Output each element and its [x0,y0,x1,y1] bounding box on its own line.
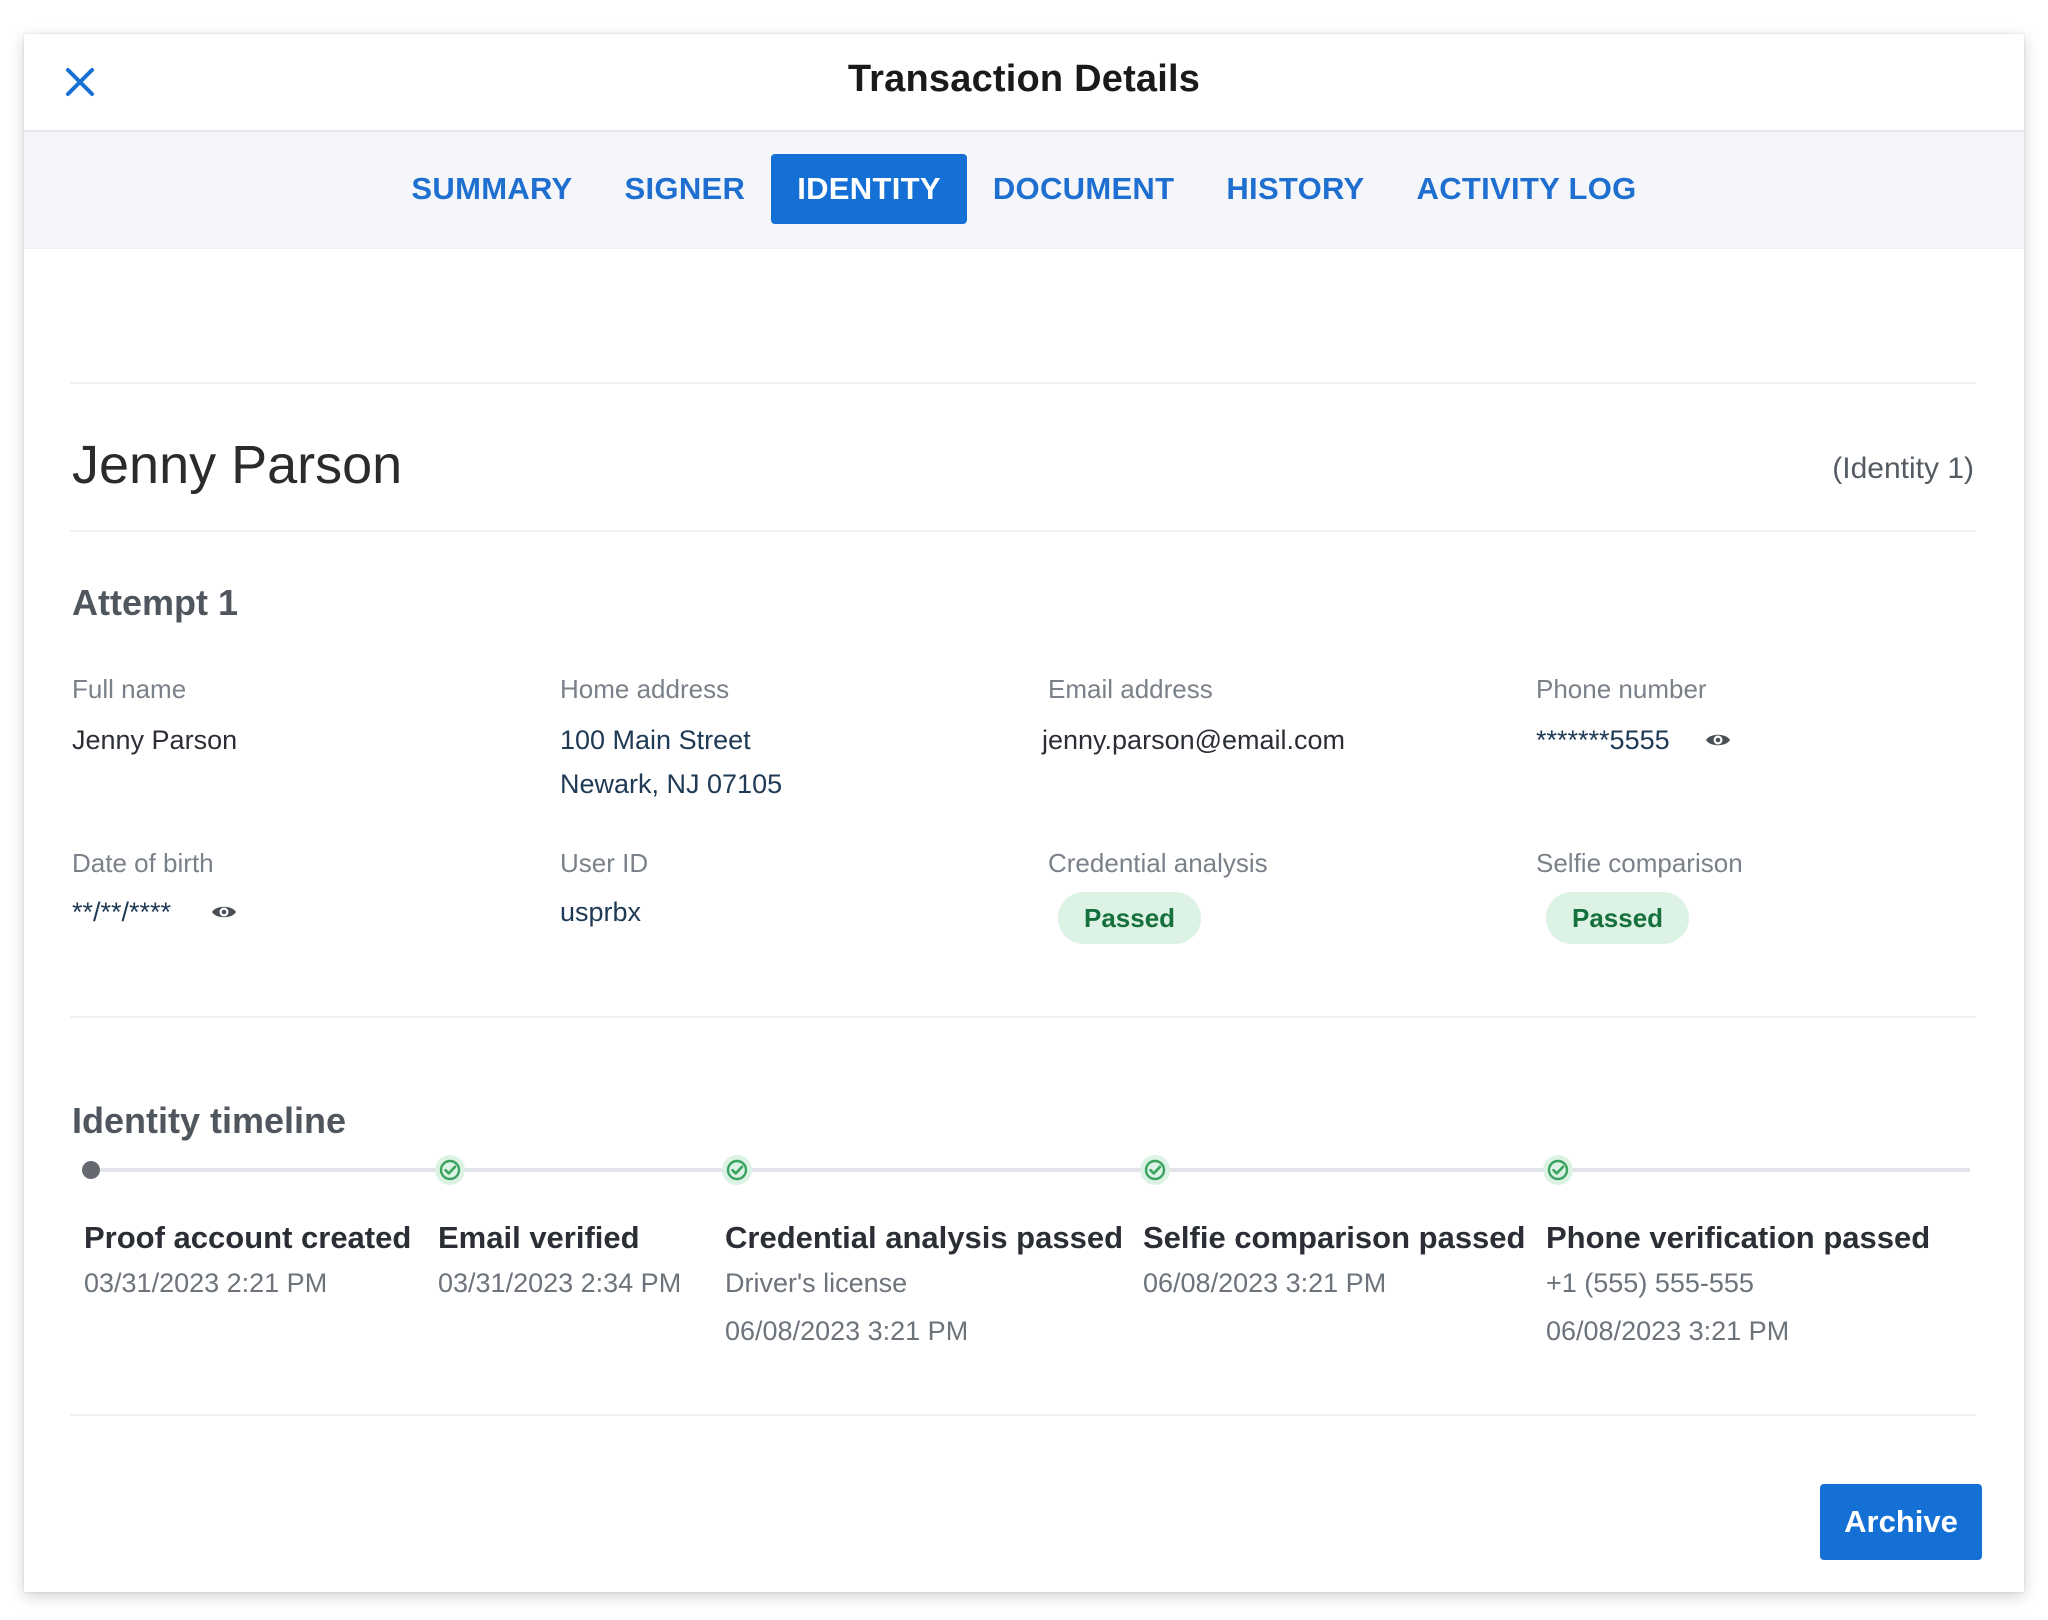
dob-label: Date of birth [72,848,214,878]
home-address-line2: Newark, NJ 07105 [560,769,783,799]
phone-value: *******5555 [1536,725,1670,755]
credential-analysis-status-badge: Passed [1058,892,1202,944]
timeline-event-detail: +1 (555) 555-555 [1546,1268,1754,1298]
tab-signer[interactable]: SIGNER [599,154,772,224]
tab-activity-log[interactable]: ACTIVITY LOG [1391,154,1663,224]
tab-bar: SUMMARY SIGNER IDENTITY DOCUMENT HISTORY… [24,132,2024,249]
check-circle-icon [434,1154,466,1186]
archive-button[interactable]: Archive [1820,1484,1982,1560]
check-circle-icon [1542,1154,1574,1186]
identity-timeline-title: Identity timeline [72,1100,347,1141]
identity-index-label: (Identity 1) [1832,452,1974,485]
tab-identity[interactable]: IDENTITY [771,154,967,224]
divider [70,382,1976,384]
transaction-details-modal: Transaction Details SUMMARY SIGNER IDENT… [24,34,2024,1592]
timeline-start-dot [82,1161,100,1179]
timeline-event-title: Phone verification passed [1546,1220,1931,1255]
selfie-comparison-status-badge: Passed [1546,892,1690,944]
dob-value: **/**/**** [72,897,172,927]
selfie-comparison-label: Selfie comparison [1536,848,1743,878]
tab-history[interactable]: HISTORY [1200,154,1390,224]
tab-document[interactable]: DOCUMENT [967,154,1201,224]
eye-icon [1706,734,1730,746]
eye-icon [212,906,236,918]
tab-summary[interactable]: SUMMARY [385,154,598,224]
timeline-event-detail: 06/08/2023 3:21 PM [1546,1316,1790,1346]
timeline-event-detail: 06/08/2023 3:21 PM [725,1316,969,1346]
divider [70,1414,1976,1416]
timeline-track [90,1168,1970,1172]
email-value: jenny.parson@email.com [1042,725,1346,755]
attempt-title: Attempt 1 [72,582,239,623]
timeline-event-title: Credential analysis passed [725,1220,1124,1255]
credential-analysis-label: Credential analysis [1048,848,1268,878]
home-address-label: Home address [560,674,730,704]
divider [70,530,1976,532]
check-circle-icon [1139,1154,1171,1186]
full-name-label: Full name [72,674,187,704]
timeline-event-title: Selfie comparison passed [1143,1220,1526,1255]
modal-header: Transaction Details [24,34,2024,132]
user-id-label: User ID [560,848,649,878]
identity-name: Jenny Parson [72,435,403,495]
timeline-event-title: Email verified [438,1220,640,1255]
timeline-event-detail: 03/31/2023 2:34 PM [438,1268,682,1298]
check-circle-icon [721,1154,753,1186]
home-address-line1: 100 Main Street [560,725,751,755]
reveal-phone-button[interactable] [1704,730,1732,750]
timeline-event-title: Proof account created [84,1220,412,1255]
email-label: Email address [1048,674,1213,704]
user-id-value: usprbx [560,897,642,927]
timeline-event-detail: 03/31/2023 2:21 PM [84,1268,328,1298]
modal-title: Transaction Details [847,58,1201,100]
phone-label: Phone number [1536,674,1707,704]
timeline-event-detail: 06/08/2023 3:21 PM [1143,1268,1387,1298]
timeline-event-detail: Driver's license [725,1268,908,1298]
divider [70,1016,1976,1018]
full-name-value: Jenny Parson [72,725,238,755]
reveal-dob-button[interactable] [210,902,238,922]
